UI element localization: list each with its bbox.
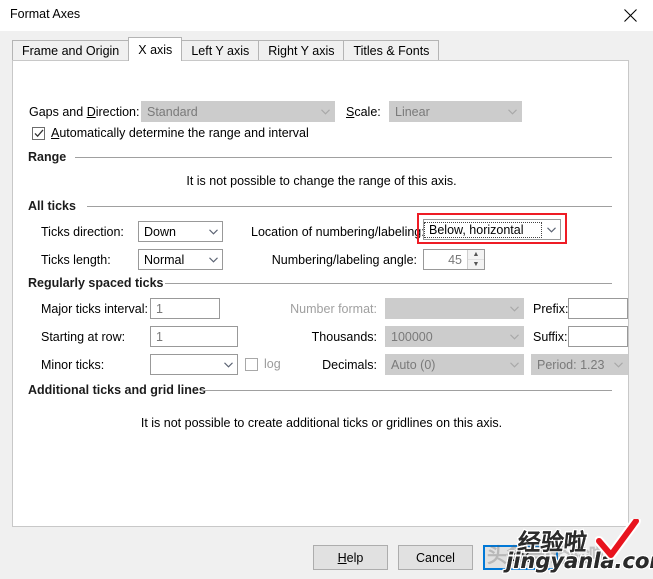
tab-frame-and-origin[interactable]: Frame and Origin: [12, 40, 130, 61]
chevron-down-icon: [205, 222, 222, 241]
location-of-numbering-combo[interactable]: Below, horizontal: [423, 219, 561, 240]
prefix-label: Prefix:: [533, 302, 569, 316]
chevron-down-icon: [504, 102, 521, 121]
ok-button[interactable]: OK: [483, 545, 558, 570]
tab-strip: Frame and Origin X axis Left Y axis Righ…: [12, 37, 440, 61]
cancel-button[interactable]: Cancel: [398, 545, 473, 570]
chevron-down-icon: [506, 327, 523, 346]
chevron-down-icon: [220, 355, 237, 374]
checkbox-box: [32, 126, 45, 140]
minor-ticks-label: Minor ticks:: [41, 358, 105, 372]
close-icon: [623, 9, 637, 22]
scale-combo[interactable]: Linear: [389, 101, 522, 122]
tab-left-y-axis[interactable]: Left Y axis: [181, 40, 260, 61]
scale-label: Scale:: [346, 105, 381, 119]
tab-titles-and-fonts[interactable]: Titles & Fonts: [343, 40, 440, 61]
title-bar: Format Axes: [0, 0, 653, 31]
regular-ticks-group-divider: [165, 283, 612, 284]
ticks-direction-combo[interactable]: Down: [138, 221, 223, 242]
stepper-buttons[interactable]: ▲ ▼: [467, 250, 484, 269]
thousands-label: Thousands:: [311, 330, 377, 344]
number-format-label: Number format:: [290, 302, 377, 316]
additional-ticks-group-divider: [201, 390, 612, 391]
regular-ticks-group-header: Regularly spaced ticks: [28, 276, 164, 290]
ticks-direction-label: Ticks direction:: [41, 225, 124, 239]
suffix-input[interactable]: [568, 326, 628, 347]
numbering-angle-label: Numbering/labeling angle:: [271, 253, 417, 267]
chevron-down-icon: [317, 102, 334, 121]
stepper-down-icon[interactable]: ▼: [468, 260, 484, 269]
minor-ticks-combo[interactable]: [150, 354, 238, 375]
thousands-combo[interactable]: 100000: [385, 326, 524, 347]
page-title: Format Axes: [10, 7, 81, 21]
stepper-up-icon[interactable]: ▲: [468, 250, 484, 260]
range-group-header: Range: [28, 150, 67, 164]
location-of-numbering-label: Location of numbering/labeling:: [251, 225, 425, 239]
major-ticks-interval-label: Major ticks interval:: [41, 302, 148, 316]
decimals-label: Decimals:: [322, 358, 377, 372]
prefix-input[interactable]: [568, 298, 628, 319]
all-ticks-group-divider: [87, 206, 612, 207]
all-ticks-group-header: All ticks: [28, 199, 76, 213]
gaps-and-direction-combo[interactable]: Standard: [141, 101, 335, 122]
decimals-combo[interactable]: Auto (0): [385, 354, 524, 375]
additional-ticks-message: It is not possible to create additional …: [140, 416, 503, 430]
additional-ticks-group-header: Additional ticks and grid lines: [28, 383, 206, 397]
dialog-body: Frame and Origin X axis Left Y axis Righ…: [0, 31, 653, 579]
tab-x-axis[interactable]: X axis: [128, 37, 183, 61]
chevron-down-icon: [506, 355, 523, 374]
auto-range-checkbox[interactable]: Automatically determine the range and in…: [32, 126, 309, 140]
chevron-down-icon: [610, 355, 627, 374]
ticks-length-label: Ticks length:: [41, 253, 111, 267]
suffix-label: Suffix:: [533, 330, 568, 344]
chevron-down-icon: [506, 299, 523, 318]
help-button[interactable]: Help: [313, 545, 388, 570]
close-button[interactable]: [607, 0, 653, 31]
tab-right-y-axis[interactable]: Right Y axis: [258, 40, 345, 61]
period-combo[interactable]: Period: 1.23: [531, 354, 628, 375]
x-axis-panel: Gaps and Direction: Standard Scale: Line…: [12, 60, 629, 527]
numbering-angle-stepper[interactable]: 45 ▲ ▼: [423, 249, 485, 270]
range-group-divider: [75, 157, 612, 158]
ticks-length-combo[interactable]: Normal: [138, 249, 223, 270]
gaps-and-direction-label: Gaps and Direction:: [29, 105, 140, 119]
starting-at-row-input[interactable]: 1: [150, 326, 238, 347]
number-format-combo[interactable]: [385, 298, 524, 319]
format-axes-dialog: Format Axes Frame and Origin X axis Left…: [0, 0, 653, 579]
chevron-down-icon: [543, 220, 560, 239]
starting-at-row-label: Starting at row:: [41, 330, 126, 344]
range-message: It is not possible to change the range o…: [186, 174, 457, 188]
chevron-down-icon: [205, 250, 222, 269]
auto-range-checkbox-label: Automatically determine the range and in…: [51, 126, 309, 140]
major-ticks-interval-input[interactable]: 1: [150, 298, 220, 319]
